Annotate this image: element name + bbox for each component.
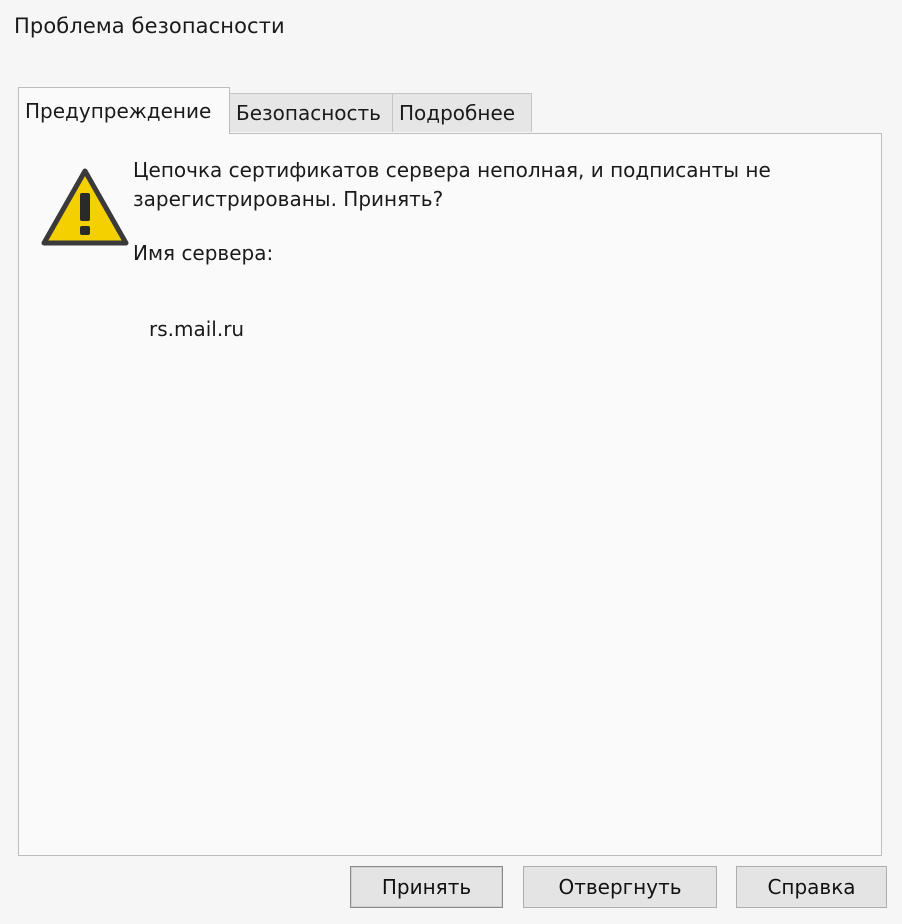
help-button[interactable]: Справка bbox=[736, 866, 887, 908]
reject-button[interactable]: Отвергнуть bbox=[523, 866, 717, 908]
tab-warning[interactable]: Предупреждение bbox=[18, 87, 230, 134]
tab-details[interactable]: Подробнее bbox=[392, 93, 532, 132]
security-dialog: Проблема безопасности Предупреждение Без… bbox=[0, 0, 902, 924]
tab-panel-warning: Цепочка сертификатов сервера неполная, и… bbox=[18, 133, 882, 856]
warning-message: Цепочка сертификатов сервера неполная, и… bbox=[133, 158, 771, 211]
warning-triangle-icon bbox=[41, 168, 129, 246]
server-name-value: rs.mail.ru bbox=[149, 317, 245, 341]
dialog-title: Проблема безопасности bbox=[14, 14, 285, 38]
server-name-label: Имя сервера: bbox=[133, 241, 274, 265]
accept-button[interactable]: Принять bbox=[350, 866, 503, 908]
tab-security[interactable]: Безопасность bbox=[229, 93, 393, 132]
